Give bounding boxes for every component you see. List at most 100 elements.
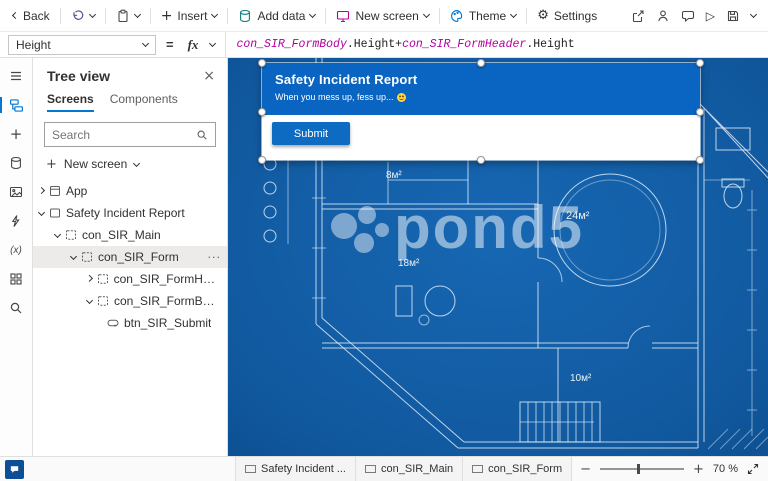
container-icon — [65, 229, 77, 241]
chevron-down-icon — [86, 296, 93, 303]
screen-tabs: Safety Incident ... con_SIR_Main con_SIR… — [235, 457, 572, 481]
form-body[interactable]: Submit — [262, 115, 700, 160]
rail-data-button[interactable] — [0, 149, 33, 177]
rail-search-button[interactable] — [0, 294, 33, 322]
chevron-down-icon — [70, 252, 77, 259]
tab-screens[interactable]: Screens — [47, 92, 94, 112]
tree-item-container[interactable]: con_SIR_Main — [33, 224, 227, 246]
save-options-button[interactable] — [746, 9, 761, 22]
tree-item-container[interactable]: con_SIR_FormHeader — [33, 268, 227, 290]
form-header[interactable]: Safety Incident Report When you mess up,… — [262, 63, 700, 115]
fx-selector[interactable]: fx — [184, 32, 227, 57]
screen-plus-icon — [336, 9, 350, 23]
undo-button[interactable] — [65, 5, 101, 27]
selection-handle[interactable] — [696, 108, 704, 116]
chevron-down-icon — [54, 230, 61, 237]
selection-handle[interactable] — [258, 108, 266, 116]
search-row — [33, 119, 227, 154]
rail-insert-button[interactable]: + — [0, 120, 33, 148]
comment-icon — [681, 9, 695, 23]
selection-handle[interactable] — [258, 156, 266, 164]
new-screen-label: New screen — [64, 157, 127, 171]
chevron-down-icon — [89, 11, 96, 18]
plus-icon: + — [46, 158, 57, 171]
rail-menu-button[interactable] — [0, 62, 33, 90]
app-checker-button[interactable] — [651, 5, 675, 27]
formula-operator: + — [395, 38, 402, 51]
selection-handle[interactable] — [477, 156, 485, 164]
zoom-in-icon[interactable]: + — [693, 463, 704, 476]
tree-item-container[interactable]: con_SIR_FormBody — [33, 290, 227, 312]
palette-icon — [450, 9, 464, 23]
tree-item-label: con_SIR_Form — [98, 250, 179, 264]
formula-identifier: con_SIR_FormBody — [236, 38, 346, 51]
search-box[interactable] — [44, 122, 216, 147]
selection-handle[interactable] — [696, 156, 704, 164]
selection-handle[interactable] — [258, 59, 266, 67]
submit-button[interactable]: Submit — [272, 122, 350, 145]
preview-button[interactable]: ▷ — [701, 6, 720, 26]
comments-button[interactable] — [676, 5, 700, 27]
tree-view-header: Tree view × — [33, 58, 227, 92]
zoom-out-icon[interactable]: − — [580, 463, 591, 476]
chevron-left-icon — [12, 12, 19, 19]
breadcrumb-tab-container[interactable]: con_SIR_Form — [463, 457, 572, 481]
chevron-down-icon — [134, 11, 141, 18]
fx-label: fx — [188, 37, 199, 53]
paste-button[interactable] — [110, 5, 146, 27]
share-button[interactable] — [626, 5, 650, 27]
search-input[interactable] — [52, 128, 190, 142]
zoom-level: 70 % — [713, 463, 738, 475]
tree-item-button[interactable]: btn_SIR_Submit — [33, 312, 227, 334]
tree-item-label: btn_SIR_Submit — [124, 316, 211, 330]
selection-handle[interactable] — [477, 59, 485, 67]
form-control-selected[interactable]: Safety Incident Report When you mess up,… — [262, 63, 700, 160]
canvas[interactable]: pond5 8м² 24м² 18м² 10м² Safety Incident… — [228, 58, 768, 456]
back-button[interactable]: Back — [7, 5, 56, 27]
tree-item-container-selected[interactable]: con_SIR_Form ··· — [33, 246, 227, 268]
chat-icon — [9, 464, 20, 475]
divider — [325, 8, 326, 24]
insert-button[interactable]: + Insert — [155, 5, 224, 27]
new-screen-label: New screen — [355, 9, 418, 23]
add-data-button[interactable]: Add data — [232, 5, 321, 27]
tab-components[interactable]: Components — [110, 92, 178, 112]
rail-media-button[interactable] — [0, 178, 33, 206]
tree-view-title: Tree view — [47, 68, 110, 84]
breadcrumb-tab-container[interactable]: con_SIR_Main — [356, 457, 463, 481]
rail-power-automate-button[interactable] — [0, 207, 33, 235]
rail-advanced-tools-button[interactable] — [0, 265, 33, 293]
database-icon — [9, 156, 23, 170]
property-selector[interactable]: Height — [8, 35, 156, 55]
insert-label: Insert — [177, 9, 207, 23]
gear-icon: ⚙ — [537, 9, 549, 22]
selection-handle[interactable] — [696, 59, 704, 67]
zoom-slider[interactable] — [600, 468, 684, 470]
form-subtitle-row: When you mess up, fess up... — [275, 92, 687, 102]
fit-to-window-icon[interactable] — [747, 463, 759, 475]
new-screen-button[interactable]: New screen — [330, 5, 434, 27]
rail-tree-view-button[interactable] — [0, 91, 33, 119]
theme-button[interactable]: Theme — [444, 5, 522, 27]
new-screen-dropdown[interactable]: + New screen — [33, 154, 227, 180]
button-icon — [107, 317, 119, 329]
rail-variables-button[interactable]: (x) — [0, 236, 33, 264]
help-button[interactable] — [5, 460, 24, 479]
save-button[interactable] — [721, 5, 745, 27]
status-bar: Safety Incident ... con_SIR_Main con_SIR… — [0, 456, 768, 481]
tree-list: App Safety Incident Report con_SIR_Main … — [33, 180, 227, 456]
breadcrumb-tab-screen[interactable]: Safety Incident ... — [235, 457, 356, 481]
divider — [105, 8, 106, 24]
back-label: Back — [23, 9, 50, 23]
share-icon — [631, 9, 645, 23]
formula-input[interactable]: con_SIR_FormBody.Height+con_SIR_FormHead… — [226, 38, 584, 51]
close-icon[interactable]: × — [203, 69, 215, 83]
grid-icon — [9, 272, 23, 286]
settings-button[interactable]: ⚙ Settings — [531, 5, 603, 27]
divider — [227, 8, 228, 24]
database-icon — [238, 9, 252, 23]
tree-item-app[interactable]: App — [33, 180, 227, 202]
tree-item-screen[interactable]: Safety Incident Report — [33, 202, 227, 224]
zoom-slider-handle[interactable] — [637, 464, 640, 474]
more-options-icon[interactable]: ··· — [208, 252, 222, 263]
